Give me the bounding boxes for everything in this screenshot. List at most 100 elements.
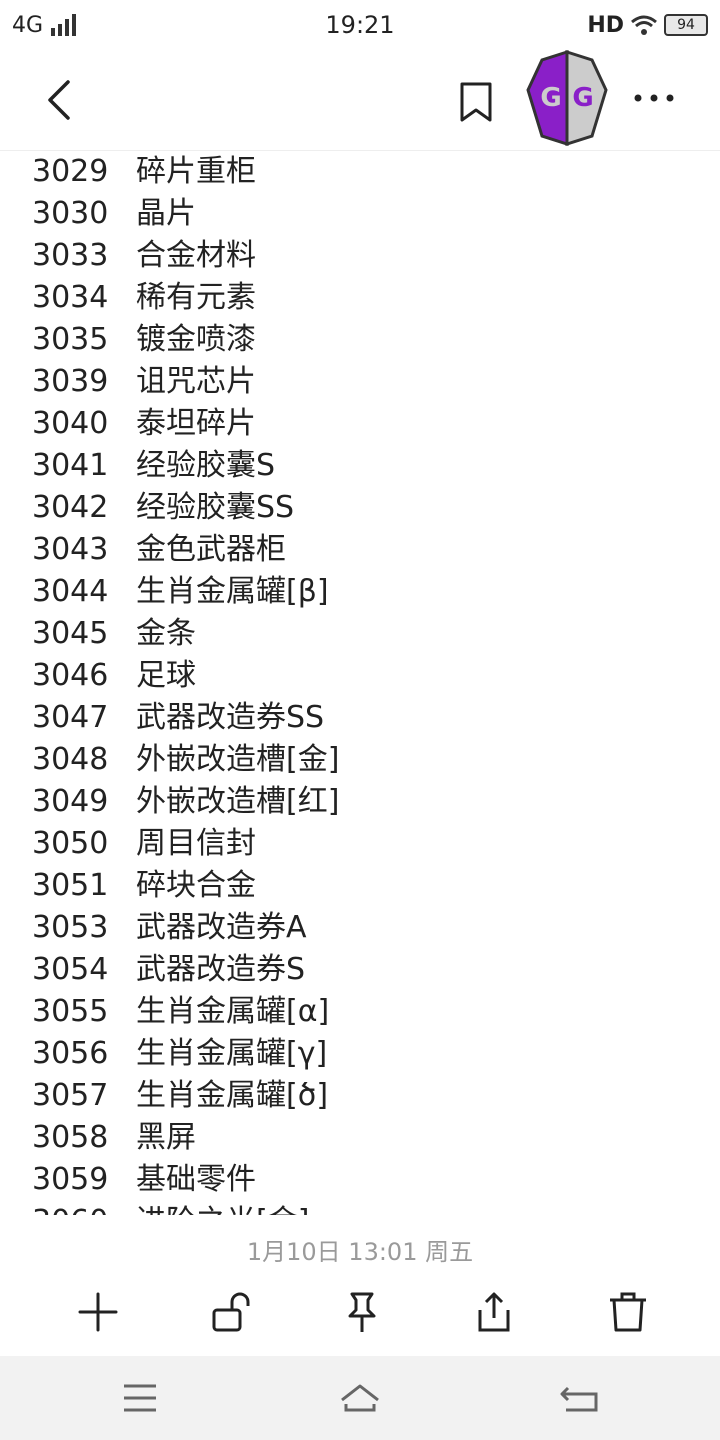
item-name: 碎片重柜 (136, 154, 256, 189)
note-line: 3057 生肖金属罐[ծ] (32, 1075, 692, 1117)
note-line: 3056 生肖金属罐[γ] (32, 1033, 692, 1075)
wifi-icon (631, 15, 657, 35)
note-line: 3050 周目信封 (32, 823, 692, 865)
item-name: 外嵌改造槽[金] (136, 742, 340, 777)
item-name: 生肖金属罐[ծ] (136, 1078, 329, 1113)
item-id: 3035 (32, 322, 109, 357)
item-id: 3029 (32, 154, 109, 189)
note-line: 3033 合金材料 (32, 235, 692, 277)
chevron-left-icon[interactable] (40, 78, 80, 122)
back-nav-icon[interactable] (556, 1380, 604, 1416)
trash-icon[interactable] (604, 1288, 652, 1336)
item-id: 3041 (32, 448, 109, 483)
note-line: 3043 金色武器柜 (32, 529, 692, 571)
item-id: 3039 (32, 364, 109, 399)
item-name: 武器改造券A (136, 910, 307, 945)
note-line: 3059 基础零件 (32, 1159, 692, 1201)
item-name: 金色武器柜 (136, 532, 286, 567)
item-id: 3030 (32, 196, 109, 231)
item-id: 3051 (32, 868, 109, 903)
item-id: 3055 (32, 994, 109, 1029)
item-id: 3054 (32, 952, 109, 987)
item-name: 生肖金属罐[α] (136, 994, 330, 1029)
system-nav-bar (0, 1356, 720, 1440)
item-id: 3049 (32, 784, 109, 819)
note-line: 3045 金条 (32, 613, 692, 655)
note-line: 3029 碎片重柜 (32, 151, 692, 193)
item-name: 诅咒芯片 (136, 364, 256, 399)
network-type: 4G (12, 12, 44, 38)
item-id: 3045 (32, 616, 109, 651)
more-icon[interactable] (630, 84, 678, 112)
note-line: 3035 镀金喷漆 (32, 319, 692, 361)
svg-text:G: G (540, 83, 561, 113)
note-line: 3060进阶之光[金] (32, 1201, 692, 1215)
status-right: HD 94 (587, 13, 708, 38)
item-name: 晶片 (136, 196, 196, 231)
note-line: 3044 生肖金属罐[β] (32, 571, 692, 613)
bookmark-icon[interactable] (456, 80, 496, 124)
item-name: 泰坦碎片 (136, 406, 256, 441)
item-id: 3059 (32, 1162, 109, 1197)
item-name: 生肖金属罐[γ] (136, 1036, 328, 1071)
note-timestamp: 1月10日 13:01 周五 (246, 1238, 474, 1266)
signal-icon (51, 14, 77, 36)
item-name: 经验胶囊SS (136, 490, 295, 525)
note-line: 3039 诅咒芯片 (32, 361, 692, 403)
item-name: 进阶之光[金] (136, 1204, 309, 1215)
note-line: 3034 稀有元素 (32, 277, 692, 319)
status-bar: 4G 19:21 HD 94 (0, 0, 720, 50)
hd-indicator: HD (587, 12, 624, 38)
item-name: 合金材料 (136, 238, 256, 273)
item-name: 稀有元素 (136, 280, 256, 315)
item-name: 碎块合金 (136, 868, 256, 903)
note-header: G G (0, 50, 720, 151)
item-id: 3033 (32, 238, 109, 273)
share-icon[interactable] (470, 1288, 518, 1336)
item-id: 3043 (32, 532, 109, 567)
item-id: 3057 (32, 1078, 109, 1113)
item-id: 3044 (32, 574, 109, 609)
note-line: 3040 泰坦碎片 (32, 403, 692, 445)
item-id: 3047 (32, 700, 109, 735)
item-name: 武器改造券SS (136, 700, 325, 735)
item-name: 镀金喷漆 (136, 322, 256, 357)
note-line: 3054 武器改造券S (32, 949, 692, 991)
item-id: 3048 (32, 742, 109, 777)
item-id: 3034 (32, 280, 109, 315)
note-line: 3048 外嵌改造槽[金] (32, 739, 692, 781)
note-line: 3049 外嵌改造槽[红] (32, 781, 692, 823)
item-id: 3042 (32, 490, 109, 525)
menu-icon[interactable] (116, 1380, 164, 1416)
note-body[interactable]: 3029 碎片重柜 3030 晶片 3033 合金材料 3034 稀有元素 3035 镀金喷漆 30… (32, 151, 692, 1215)
item-name: 基础零件 (136, 1162, 256, 1197)
battery-indicator: 94 (664, 14, 708, 36)
svg-text:G: G (572, 83, 593, 113)
item-name: 外嵌改造槽[红] (136, 784, 340, 819)
note-line: 3058 黑屏 (32, 1117, 692, 1159)
item-name: 武器改造券S (136, 952, 306, 987)
item-name: 金条 (136, 616, 196, 651)
plus-icon[interactable] (74, 1288, 122, 1336)
pin-icon[interactable] (338, 1288, 386, 1336)
unlock-icon[interactable] (206, 1288, 254, 1336)
note-line: 3047 武器改造券SS (32, 697, 692, 739)
note-toolbar (0, 1282, 720, 1344)
note-line: 3030 晶片 (32, 193, 692, 235)
note-line: 3041 经验胶囊S (32, 445, 692, 487)
note-line: 3042 经验胶囊SS (32, 487, 692, 529)
item-id: 3040 (32, 406, 109, 441)
item-id: 3060 (32, 1201, 136, 1215)
item-id: 3053 (32, 910, 109, 945)
note-line: 3053 武器改造券A (32, 907, 692, 949)
home-icon[interactable] (336, 1380, 384, 1416)
item-name: 黑屏 (136, 1120, 196, 1155)
item-name: 周目信封 (136, 826, 256, 861)
game-guardian-logo[interactable]: G G (524, 50, 610, 146)
note-line: 3046 足球 (32, 655, 692, 697)
item-id: 3056 (32, 1036, 109, 1071)
item-id: 3046 (32, 658, 109, 693)
note-line: 3055 生肖金属罐[α] (32, 991, 692, 1033)
note-line: 3051 碎块合金 (32, 865, 692, 907)
item-name: 生肖金属罐[β] (136, 574, 329, 609)
